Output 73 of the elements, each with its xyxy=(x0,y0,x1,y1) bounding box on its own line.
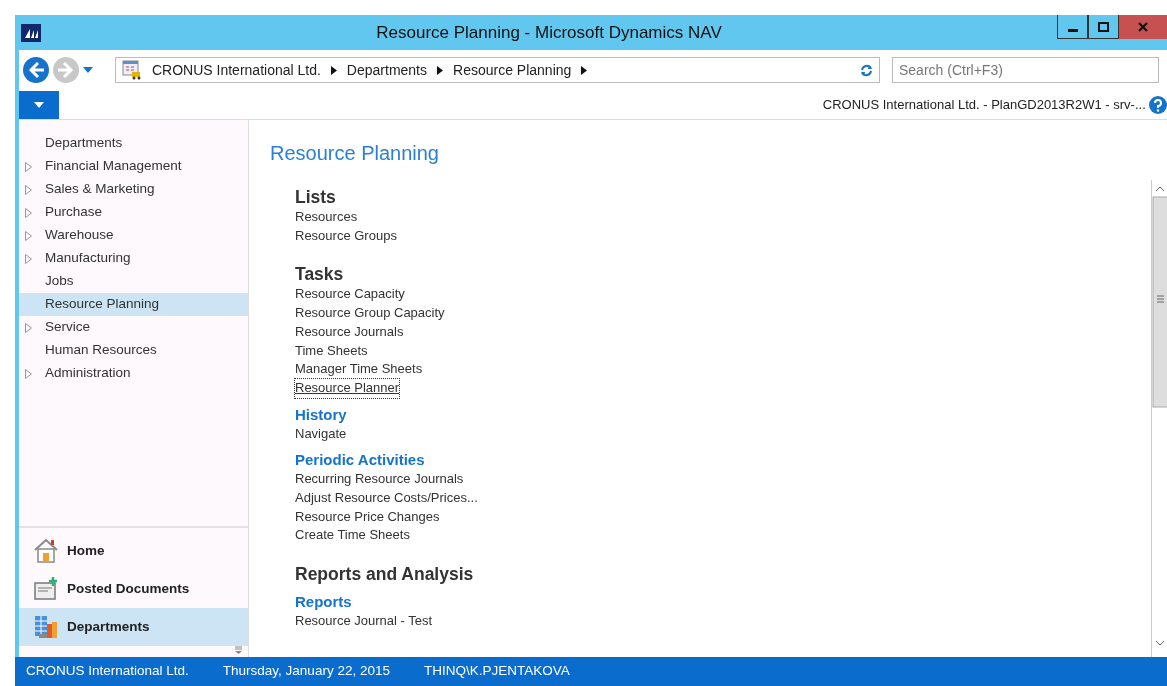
expand-triangle-icon[interactable] xyxy=(25,230,32,241)
expand-triangle-icon[interactable] xyxy=(25,253,32,264)
window-title: Resource Planning - Microsoft Dynamics NAV xyxy=(375,21,723,44)
action-link[interactable]: Resource Journal - Test xyxy=(295,612,433,631)
expand-triangle-icon[interactable] xyxy=(25,207,32,218)
action-link[interactable]: Time Sheets xyxy=(295,341,368,361)
action-link[interactable]: Resource Price Changes xyxy=(295,507,440,527)
refresh-icon[interactable] xyxy=(860,64,873,78)
action-link[interactable]: Adjust Resource Costs/Prices... xyxy=(295,489,478,508)
close-icon xyxy=(1138,21,1148,32)
breadcrumb-link[interactable]: Departments xyxy=(346,59,427,81)
document-tray-icon xyxy=(33,575,59,602)
close-button[interactable] xyxy=(1119,15,1167,39)
group-heading-link[interactable]: Periodic Activities xyxy=(295,450,425,471)
sidebar-item[interactable]: Jobs xyxy=(19,270,248,293)
back-button[interactable] xyxy=(23,57,49,83)
section-heading: Tasks xyxy=(295,263,344,286)
search-field[interactable]: Search (Ctrl+F3) xyxy=(892,57,1159,83)
action-link[interactable]: Resources xyxy=(295,208,358,227)
breadcrumb-arrow-icon[interactable] xyxy=(581,65,588,75)
sidebar-item[interactable]: Human Resources xyxy=(19,339,248,362)
action-link[interactable]: Resource Group Capacity xyxy=(295,304,445,323)
maximize-button[interactable] xyxy=(1088,15,1119,39)
breadcrumb-arrow-icon[interactable] xyxy=(330,65,337,75)
pane-options-icon[interactable] xyxy=(234,645,242,654)
sidebar-item[interactable]: Sales & Marketing xyxy=(19,178,248,201)
sidebar-item[interactable]: Administration xyxy=(19,362,248,385)
action-link[interactable]: Resource Groups xyxy=(295,226,397,246)
minimize-button[interactable] xyxy=(1057,15,1088,39)
expand-triangle-icon[interactable] xyxy=(25,161,32,172)
connection-info: CRONUS International Ltd. - PlanGD2013R2W1 - srv-... xyxy=(822,95,1146,114)
page-title: Resource Planning xyxy=(270,141,440,166)
breadcrumb-arrow-icon[interactable] xyxy=(437,65,443,75)
action-link[interactable]: Resource Planner xyxy=(295,378,400,398)
action-link[interactable]: Resource Journals xyxy=(295,322,404,342)
navigation-pane-button[interactable]: Departments xyxy=(19,607,248,646)
status-bar-text: THINQ\K.PJENTAKOVA xyxy=(423,662,570,681)
sidebar-item[interactable]: Purchase xyxy=(19,201,248,224)
action-link[interactable]: Resource Capacity xyxy=(295,285,405,305)
calendar-truck-icon xyxy=(122,60,142,80)
section-heading: Reports and Analysis xyxy=(295,563,474,586)
expand-triangle-icon[interactable] xyxy=(25,322,32,333)
action-link[interactable]: Navigate xyxy=(295,424,347,444)
dropdown-caret-icon[interactable] xyxy=(83,67,93,73)
group-heading-link[interactable]: Reports xyxy=(295,592,352,613)
caret-icon xyxy=(34,101,44,108)
sidebar-item[interactable]: Service xyxy=(19,316,248,339)
action-link[interactable]: Create Time Sheets xyxy=(295,526,410,546)
expand-triangle-icon[interactable] xyxy=(25,184,32,195)
expand-triangle-icon[interactable] xyxy=(25,368,32,379)
menu-dropdown-button[interactable] xyxy=(19,90,59,119)
action-link[interactable]: Manager Time Sheets xyxy=(295,360,423,379)
section-heading: Lists xyxy=(295,186,336,208)
sidebar-item[interactable]: Manufacturing xyxy=(19,247,248,270)
sidebar-item[interactable]: Warehouse xyxy=(19,224,248,247)
minimize-icon xyxy=(1067,29,1078,32)
navigation-pane-button[interactable]: Home xyxy=(19,531,248,570)
breadcrumb-link[interactable]: CRONUS International Ltd. xyxy=(152,59,321,81)
building-chart-icon xyxy=(33,613,59,640)
sidebar-item[interactable]: Departments xyxy=(19,132,248,155)
sidebar-item[interactable]: Financial Management xyxy=(19,155,248,178)
group-heading-link[interactable]: History xyxy=(295,404,347,425)
status-bar-text: CRONUS International Ltd. xyxy=(26,662,189,681)
navigation-pane-button[interactable]: Posted Documents xyxy=(19,569,248,608)
help-icon[interactable] xyxy=(1149,96,1167,115)
action-link[interactable]: Recurring Resource Journals xyxy=(295,470,464,490)
house-icon xyxy=(33,537,59,564)
address-bar[interactable]: CRONUS International Ltd. Departments Resource Planning xyxy=(115,57,880,83)
sidebar-item[interactable]: Resource Planning xyxy=(19,293,248,316)
app-logo-icon xyxy=(21,23,41,42)
maximize-icon xyxy=(1098,21,1109,32)
breadcrumb-link[interactable]: Resource Planning xyxy=(453,59,572,81)
status-bar-text: Thursday, January 22, 2015 xyxy=(222,662,390,681)
